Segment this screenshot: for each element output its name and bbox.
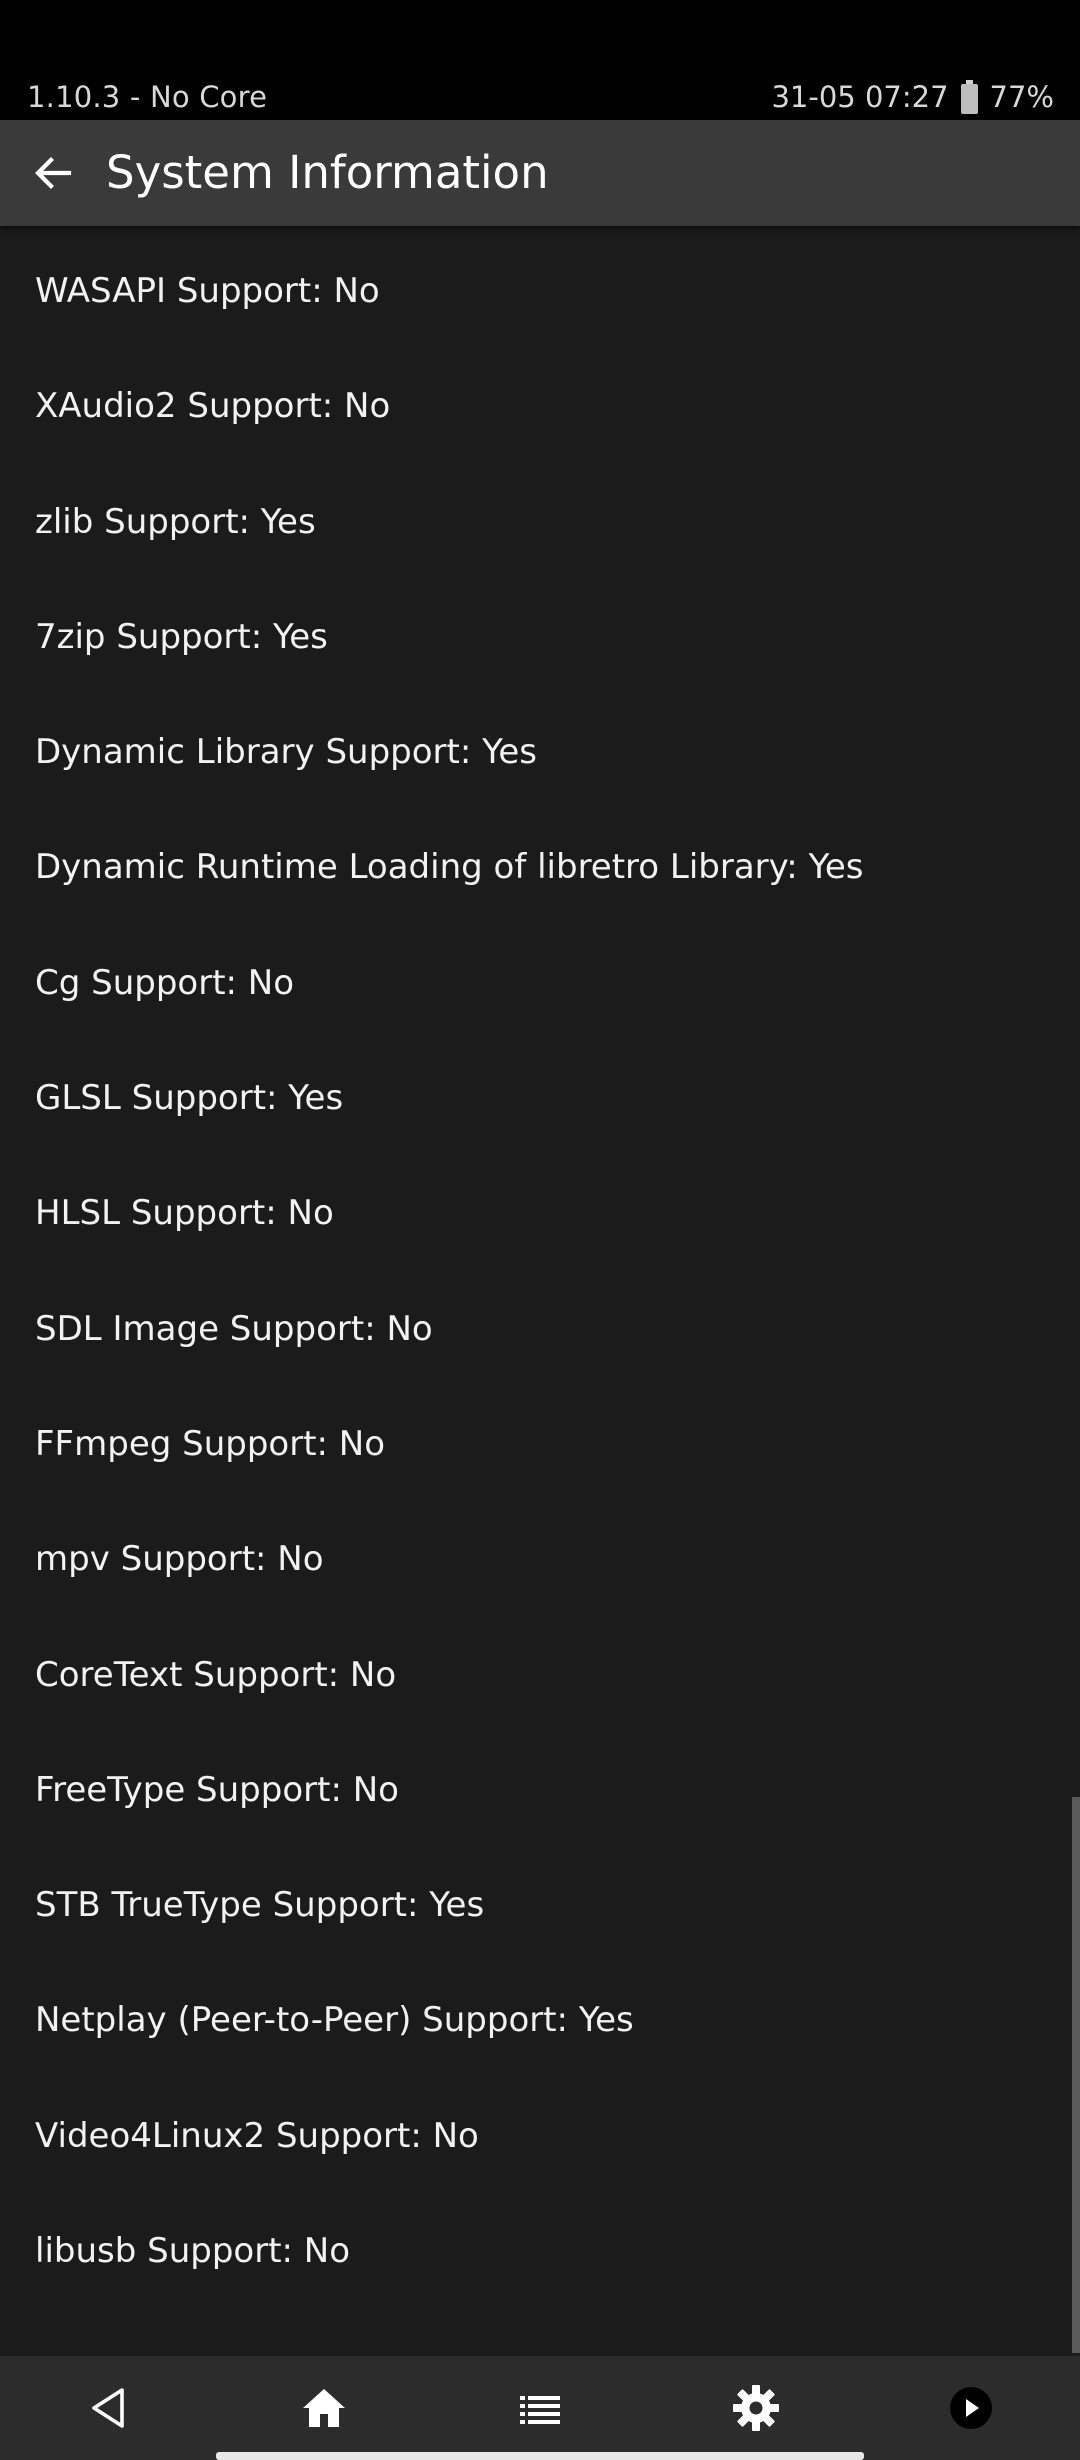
list-item[interactable]: Netplay (Peer-to-Peer) Support: Yes bbox=[0, 1963, 1080, 2078]
list-item[interactable]: mpv Support: No bbox=[0, 1502, 1080, 1617]
list-item[interactable]: SDL Image Support: No bbox=[0, 1271, 1080, 1386]
play-circle-icon bbox=[950, 2387, 992, 2429]
scrollbar[interactable] bbox=[1072, 1797, 1080, 2353]
list-item[interactable]: zlib Support: Yes bbox=[0, 464, 1080, 579]
status-right-group: 31-05 07:27 77% bbox=[771, 80, 1054, 114]
page-title: System Information bbox=[106, 146, 549, 199]
list-item[interactable]: XAudio2 Support: No bbox=[0, 349, 1080, 464]
back-button[interactable] bbox=[20, 140, 86, 206]
list-item[interactable]: STB TrueType Support: Yes bbox=[0, 1847, 1080, 1962]
list-icon bbox=[520, 2396, 560, 2424]
app-bar: System Information bbox=[0, 120, 1080, 226]
status-datetime: 31-05 07:27 bbox=[771, 80, 949, 114]
list-item[interactable]: FreeType Support: No bbox=[0, 1732, 1080, 1847]
nav-back-button[interactable] bbox=[79, 2378, 139, 2438]
nav-settings-button[interactable] bbox=[726, 2378, 786, 2438]
list-item[interactable]: libusb Support: No bbox=[0, 2193, 1080, 2308]
bottom-nav-bar bbox=[0, 2356, 1080, 2460]
list-item[interactable]: Dynamic Library Support: Yes bbox=[0, 694, 1080, 809]
list-item[interactable]: GLSL Support: Yes bbox=[0, 1040, 1080, 1155]
nav-home-button[interactable] bbox=[294, 2378, 354, 2438]
system-info-list-container[interactable]: DirectSound Support: NoWASAPI Support: N… bbox=[0, 226, 1080, 2356]
nav-list-button[interactable] bbox=[510, 2378, 570, 2438]
list-item[interactable]: CoreText Support: No bbox=[0, 1617, 1080, 1732]
status-bar: 1.10.3 - No Core 31-05 07:27 77% bbox=[0, 0, 1080, 120]
home-icon bbox=[303, 2389, 345, 2427]
home-indicator bbox=[216, 2452, 864, 2460]
list-item[interactable]: WASAPI Support: No bbox=[0, 233, 1080, 348]
status-version-text: 1.10.3 - No Core bbox=[27, 80, 268, 114]
gear-icon bbox=[733, 2385, 779, 2431]
battery-icon bbox=[960, 80, 978, 114]
system-info-list: DirectSound Support: NoWASAPI Support: N… bbox=[0, 226, 1080, 2309]
list-item[interactable]: 7zip Support: Yes bbox=[0, 579, 1080, 694]
battery-percent: 77% bbox=[989, 80, 1054, 114]
list-item[interactable]: FFmpeg Support: No bbox=[0, 1386, 1080, 1501]
arrow-left-icon bbox=[35, 157, 72, 189]
list-item[interactable]: DirectSound Support: No bbox=[0, 226, 1080, 233]
back-triangle-icon bbox=[92, 2388, 124, 2428]
list-item[interactable]: Video4Linux2 Support: No bbox=[0, 2078, 1080, 2193]
list-item[interactable]: Dynamic Runtime Loading of libretro Libr… bbox=[0, 810, 1080, 925]
list-item[interactable]: HLSL Support: No bbox=[0, 1156, 1080, 1271]
list-item[interactable]: Cg Support: No bbox=[0, 925, 1080, 1040]
nav-play-button[interactable] bbox=[941, 2378, 1001, 2438]
